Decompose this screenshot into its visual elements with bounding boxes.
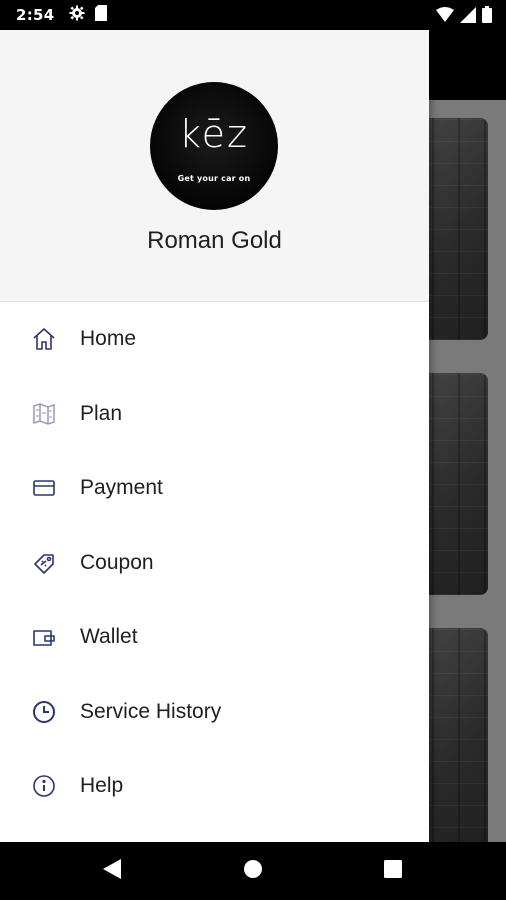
signal-icon (460, 6, 476, 27)
map-icon (31, 401, 57, 427)
wallet-icon (31, 624, 57, 650)
menu-item-payment[interactable]: Payment (0, 451, 429, 526)
menu-item-plan[interactable]: Plan (0, 377, 429, 452)
menu-label-plan: Plan (80, 401, 123, 425)
brand-tagline: Get your car on (177, 174, 251, 183)
drawer-header: kēz Get your car on Roman Gold (0, 30, 429, 302)
coupon-icon (31, 550, 57, 576)
sd-card-icon (94, 5, 107, 25)
menu-item-home[interactable]: Home (0, 302, 429, 377)
profile-avatar[interactable]: kēz Get your car on (150, 82, 278, 210)
battery-icon (482, 6, 492, 27)
menu-item-wallet[interactable]: Wallet (0, 600, 429, 675)
menu-label-home: Home (80, 327, 137, 351)
settings-icon (69, 5, 85, 25)
status-time: 2:54 (16, 6, 55, 24)
back-button[interactable] (92, 842, 132, 900)
recents-icon (384, 860, 402, 882)
status-bar: 2:54 (0, 0, 506, 30)
system-navigation-bar (0, 842, 506, 900)
menu-label-help: Help (80, 774, 124, 798)
menu-item-help[interactable]: Help (0, 749, 429, 824)
clock-icon (31, 699, 57, 725)
back-icon (103, 859, 121, 883)
info-icon (31, 773, 57, 799)
recents-button[interactable] (373, 842, 413, 900)
menu-label-service-history: Service History (80, 699, 222, 723)
menu-label-coupon: Coupon (80, 550, 154, 574)
drawer-menu: Home Plan Payment Coupon Wallet Service … (0, 302, 429, 824)
menu-label-wallet: Wallet (80, 625, 138, 649)
home-circle-icon (243, 859, 263, 883)
home-button[interactable] (233, 842, 273, 900)
menu-item-service-history[interactable]: Service History (0, 675, 429, 750)
user-name: Roman Gold (147, 227, 282, 254)
home-icon (31, 326, 57, 352)
credit-card-icon (31, 475, 57, 501)
menu-label-payment: Payment (80, 476, 163, 500)
menu-item-coupon[interactable]: Coupon (0, 526, 429, 601)
wifi-icon (436, 6, 454, 27)
brand-logo-text: kēz (179, 112, 249, 156)
navigation-drawer: kēz Get your car on Roman Gold Home Plan (0, 30, 429, 842)
